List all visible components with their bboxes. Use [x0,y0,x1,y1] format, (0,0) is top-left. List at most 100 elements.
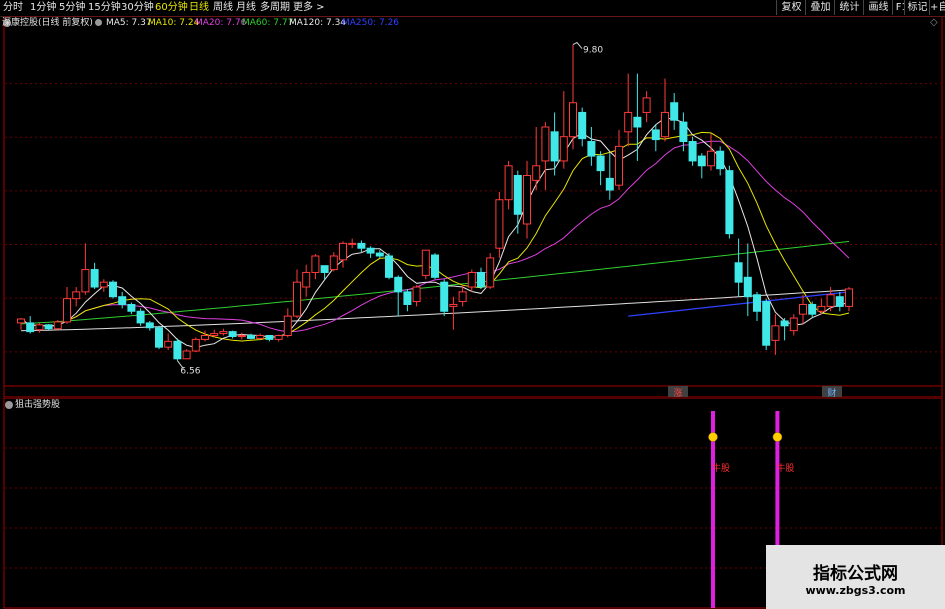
candle [412,285,421,307]
candle [53,319,62,330]
candle [559,91,568,169]
candle [348,238,357,249]
chart-title: 深康控股(日线 前复权) [2,18,93,28]
candle [81,243,90,295]
candle [587,126,596,166]
candle [753,291,761,321]
tab-30min[interactable]: 30分钟 [121,1,154,15]
signal-label: 牛股 [776,462,794,474]
candle [90,262,99,289]
candle [550,112,559,176]
candle [808,301,817,319]
tab-daily[interactable]: 日线 [189,1,209,15]
mark-button[interactable]: 标记 [904,0,930,15]
candle [26,316,35,334]
candle [734,238,743,297]
kline-chart[interactable]: 9.80 6.56 涨 财 [0,16,945,398]
candle [661,78,669,142]
indicator-settings-icon[interactable] [5,401,13,409]
candle [523,160,531,239]
candle [845,287,853,312]
tab-5min[interactable]: 5分钟 [59,1,85,15]
candle [569,44,577,150]
ma10-legend: MA10: 7.24 [148,18,200,28]
candle [109,280,117,299]
candle [624,73,633,147]
high-price-label: 9.80 [583,46,603,56]
candle [421,249,430,280]
candle [385,253,393,280]
high-pointer [572,41,583,49]
tab-15min[interactable]: 15分钟 [88,1,121,15]
candle [228,330,237,339]
adjust-button[interactable]: 复权 [776,0,806,15]
candle [237,332,246,340]
candle [725,165,734,239]
event-marker-cai: 财 [827,387,836,398]
event-marker-zhang: 涨 [673,388,682,398]
ma20-line [20,140,850,333]
diamond-icon[interactable]: ◇ [930,17,938,28]
candle [670,93,679,130]
candle [495,191,504,258]
ma5-line [20,117,850,349]
signal-bar: 牛股 [708,411,730,608]
candle [541,122,550,191]
ma60-legend: MA60: 7.77 [242,18,294,28]
tab-fenshi[interactable]: 分时 [3,1,23,15]
candle [375,250,384,258]
signal-ball-icon [708,432,718,442]
candle [339,241,347,268]
candle [201,330,209,342]
candle [835,291,844,312]
tab-multi-period[interactable]: 多周期 [260,1,290,15]
candle [615,129,623,191]
legend-settings-icon[interactable] [95,19,102,26]
candle [716,146,725,176]
candle [164,333,173,351]
candle [697,153,706,179]
candle [173,338,182,361]
period-toolbar: 分时 1分钟 5分钟 15分钟 30分钟 60分钟 日线 周线 月线 多周期 更… [0,0,945,17]
candle [477,267,485,289]
candle [504,160,513,210]
candle [771,314,780,355]
ma250-legend: MA250: 7.26 [342,18,400,28]
candle [274,334,283,342]
watermark-title: 指标公式网 [813,564,898,584]
candle [155,325,163,350]
candle [762,298,771,351]
tab-more[interactable]: 更多 > [293,1,325,15]
candle [329,252,338,272]
tab-60min[interactable]: 60分钟 [155,1,188,15]
candle [467,269,476,292]
tab-1min[interactable]: 1分钟 [30,1,56,15]
candle [633,73,642,161]
ma120-line [20,289,850,332]
candle [182,349,191,360]
candle [256,333,265,340]
indicator-title: 狙击强势股 [15,400,61,410]
draw-line-button[interactable]: 画线 [863,0,893,15]
candle [688,136,697,166]
tab-weekly[interactable]: 周线 [213,1,233,15]
candle [486,253,495,289]
tab-monthly[interactable]: 月线 [236,1,256,15]
ma5-legend: MA5: 7.37 [106,18,152,28]
low-price-label: 6.56 [180,367,200,377]
candle [63,287,71,324]
overlay-button[interactable]: 叠加 [805,0,835,15]
watermark: 指标公式网 www.zbgs3.com [766,545,945,609]
ma120-legend: MA120: 7.34 [289,18,347,28]
candle [578,107,587,147]
candle [302,264,311,297]
custom-button[interactable]: +自 [929,0,945,15]
stats-button[interactable]: 统计 [834,0,864,15]
candle [357,240,366,253]
candle [127,302,136,315]
candle [99,279,108,292]
signal-label: 牛股 [712,462,730,474]
candle [513,170,522,234]
candle [118,291,127,309]
candle [642,91,651,123]
